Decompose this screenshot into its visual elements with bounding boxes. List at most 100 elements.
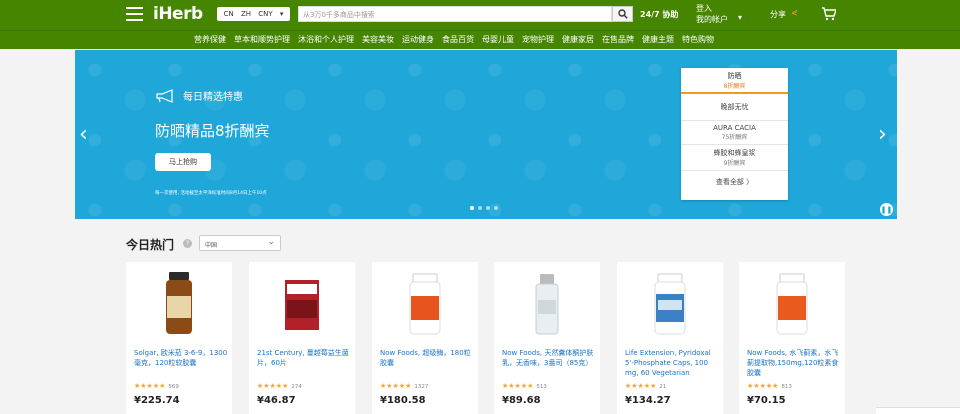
promo-panel-item[interactable]: 蜂胶和蜂皇浆 9折酬宾 [681,145,788,171]
view-all-label: 查看全部 〉 [715,178,754,186]
hero-title: 防晒精品8折酬宾 [155,122,270,140]
product-name[interactable]: Life Extension, Pyridoxal 5'-Phosphate C… [625,348,721,378]
nav-item[interactable]: 营养保健 [190,34,230,45]
product-card[interactable]: Life Extension, Pyridoxal 5'-Phosphate C… [617,262,723,414]
product-price: ¥46.87 [257,395,296,406]
promo-panel-item-discount: 9折酬宾 [723,160,746,167]
review-count[interactable]: 513 [536,384,547,390]
product-card[interactable]: Now Foods, 超级酶，180粒胶囊 ★★★★★ 1327 ¥180.58 [372,262,478,414]
star-icon: ★★★★★ [625,382,657,390]
product-card[interactable]: Solgar, 欧米茄 3-6-9，1300毫克，120粒软胶囊 ★★★★★ 56… [126,262,232,414]
account-login[interactable]: 登入 [696,3,712,14]
nav-item[interactable]: 沐浴和个人护理 [294,34,358,45]
promo-panel: 防晒 8折酬宾 晚部无忧 AURA CACIA 75折酬宾 蜂胶和蜂皇浆 9折酬… [681,68,788,200]
product-image [285,280,319,330]
product-price: ¥225.74 [134,395,180,406]
account-link[interactable]: 我的帐户 [696,14,728,25]
hero-subtitle: 每日精选特惠 [155,88,243,103]
product-name[interactable]: Now Foods, 水飞蓟素，水飞蓟提取物,150mg,120粒素食胶囊 [747,348,843,378]
review-count[interactable]: 21 [659,384,666,390]
view-all-link[interactable]: 查看全部 〉 [681,171,788,193]
promo-panel-title: 防晒 [727,72,742,80]
region-select-value: 中国 [205,242,218,249]
region-select[interactable]: 中国 ⌄ [199,235,281,251]
carousel-dot[interactable] [494,206,498,210]
product-image [776,273,808,335]
star-icon: ★★★★★ [380,382,412,390]
cart-icon[interactable] [821,7,836,21]
review-count[interactable]: 813 [781,384,792,390]
review-count[interactable]: 274 [291,384,302,390]
product-name[interactable]: Solgar, 欧米茄 3-6-9，1300毫克，120粒软胶囊 [134,348,230,368]
nav-item[interactable]: 健康主题 [638,34,678,45]
nav-item[interactable]: 在售品牌 [598,34,638,45]
nav-item[interactable]: 母婴儿童 [478,34,518,45]
promo-panel-item[interactable]: 晚部无忧 [681,94,788,121]
language-selector[interactable]: CN ZH CNY ▾ [217,7,290,21]
product-card[interactable]: Now Foods, 天然糞体酮护肤乳，无香味，3盎司（85克） ★★★★★ 51… [494,262,600,414]
promo-panel-discount: 8折酬宾 [723,83,746,90]
hero-subtitle-text: 每日精选特惠 [183,92,243,103]
star-icon: ★★★★★ [747,382,779,390]
product-price: ¥70.15 [747,395,786,406]
promo-panel-item-label: 晚部无忧 [720,103,749,111]
carousel-dot[interactable] [470,206,474,210]
product-image [654,273,686,335]
rating-stars: ★★★★★ 569 [134,382,179,390]
nav-item[interactable]: 特色购物 [678,34,718,45]
product-name[interactable]: Now Foods, 超级酶，180粒胶囊 [380,348,476,368]
nav-item[interactable]: 美容美妆 [358,34,398,45]
chevron-left-icon[interactable]: ‹ [79,122,88,147]
chevron-down-icon: ▾ [279,10,284,18]
rating-stars: ★★★★★ 274 [257,382,302,390]
chevron-down-icon: ⌄ [267,237,275,247]
nav-item[interactable]: 食品百货 [438,34,478,45]
hero-note: 每一次使用, 活动截至太平洋标准时间8月14日上午10点 [155,191,267,196]
product-price: ¥134.27 [625,395,671,406]
promo-panel-item-label: 蜂胶和蜂皇浆 [713,149,756,157]
chevron-down-icon[interactable]: ▾ [738,13,742,22]
product-image [535,274,559,335]
product-name[interactable]: 21st Century, 蔓越莓益生菌片，60片 [257,348,353,368]
promo-panel-item[interactable]: AURA CACIA 75折酬宾 [681,121,788,145]
star-icon: ★★★★★ [134,382,166,390]
star-icon: ★★★★★ [257,382,289,390]
support-link[interactable]: 24/7 协助 [640,9,678,20]
product-name[interactable]: Now Foods, 天然糞体酮护肤乳，无香味，3盎司（85克） [502,348,598,368]
carousel-dot[interactable] [486,206,490,210]
product-card[interactable]: 21st Century, 蔓越莓益生菌片，60片 ★★★★★ 274 ¥46.8… [249,262,355,414]
review-count[interactable]: 569 [168,384,179,390]
review-count[interactable]: 1327 [414,384,428,390]
nav-item[interactable]: 草本和顺势护理 [230,34,294,45]
product-card[interactable]: Now Foods, 水飞蓟素，水飞蓟提取物,150mg,120粒素食胶囊 ★★… [739,262,845,414]
rating-stars: ★★★★★ 21 [625,382,666,390]
help-icon[interactable]: ? [183,239,192,248]
shop-now-button[interactable]: 马上抢购 [155,153,211,171]
product-image [166,272,192,334]
promo-panel-item-discount: 75折酬宾 [721,134,748,141]
feedback-widget[interactable] [876,407,960,414]
megaphone-icon [156,88,173,103]
carousel-dots [470,206,498,210]
share-icon[interactable]: ⋞ [791,8,798,17]
promo-panel-header[interactable]: 防晒 8折酬宾 [681,68,788,94]
trending-title: 今日热门 [126,238,175,252]
search-input[interactable]: 从3万0千多商品中搜索 [298,6,612,22]
lang-zh: ZH [240,10,252,18]
nav-item[interactable]: 运动健身 [398,34,438,45]
search-button[interactable] [612,6,633,22]
nav-item[interactable]: 宠物护理 [518,34,558,45]
carousel-dot[interactable] [478,206,482,210]
currency-cny: CNY [258,10,273,18]
logo[interactable]: iHerb [153,4,203,24]
star-icon: ★★★★★ [502,382,534,390]
pause-icon[interactable]: ❚❚ [880,203,893,216]
product-price: ¥89.68 [502,395,541,406]
product-price: ¥180.58 [380,395,426,406]
menu-icon[interactable] [126,7,143,21]
chevron-right-icon[interactable]: › [878,122,887,147]
search-icon [617,9,628,19]
share-button[interactable]: 分享 [770,9,786,20]
product-image [409,273,441,335]
nav-item[interactable]: 健康家居 [558,34,598,45]
